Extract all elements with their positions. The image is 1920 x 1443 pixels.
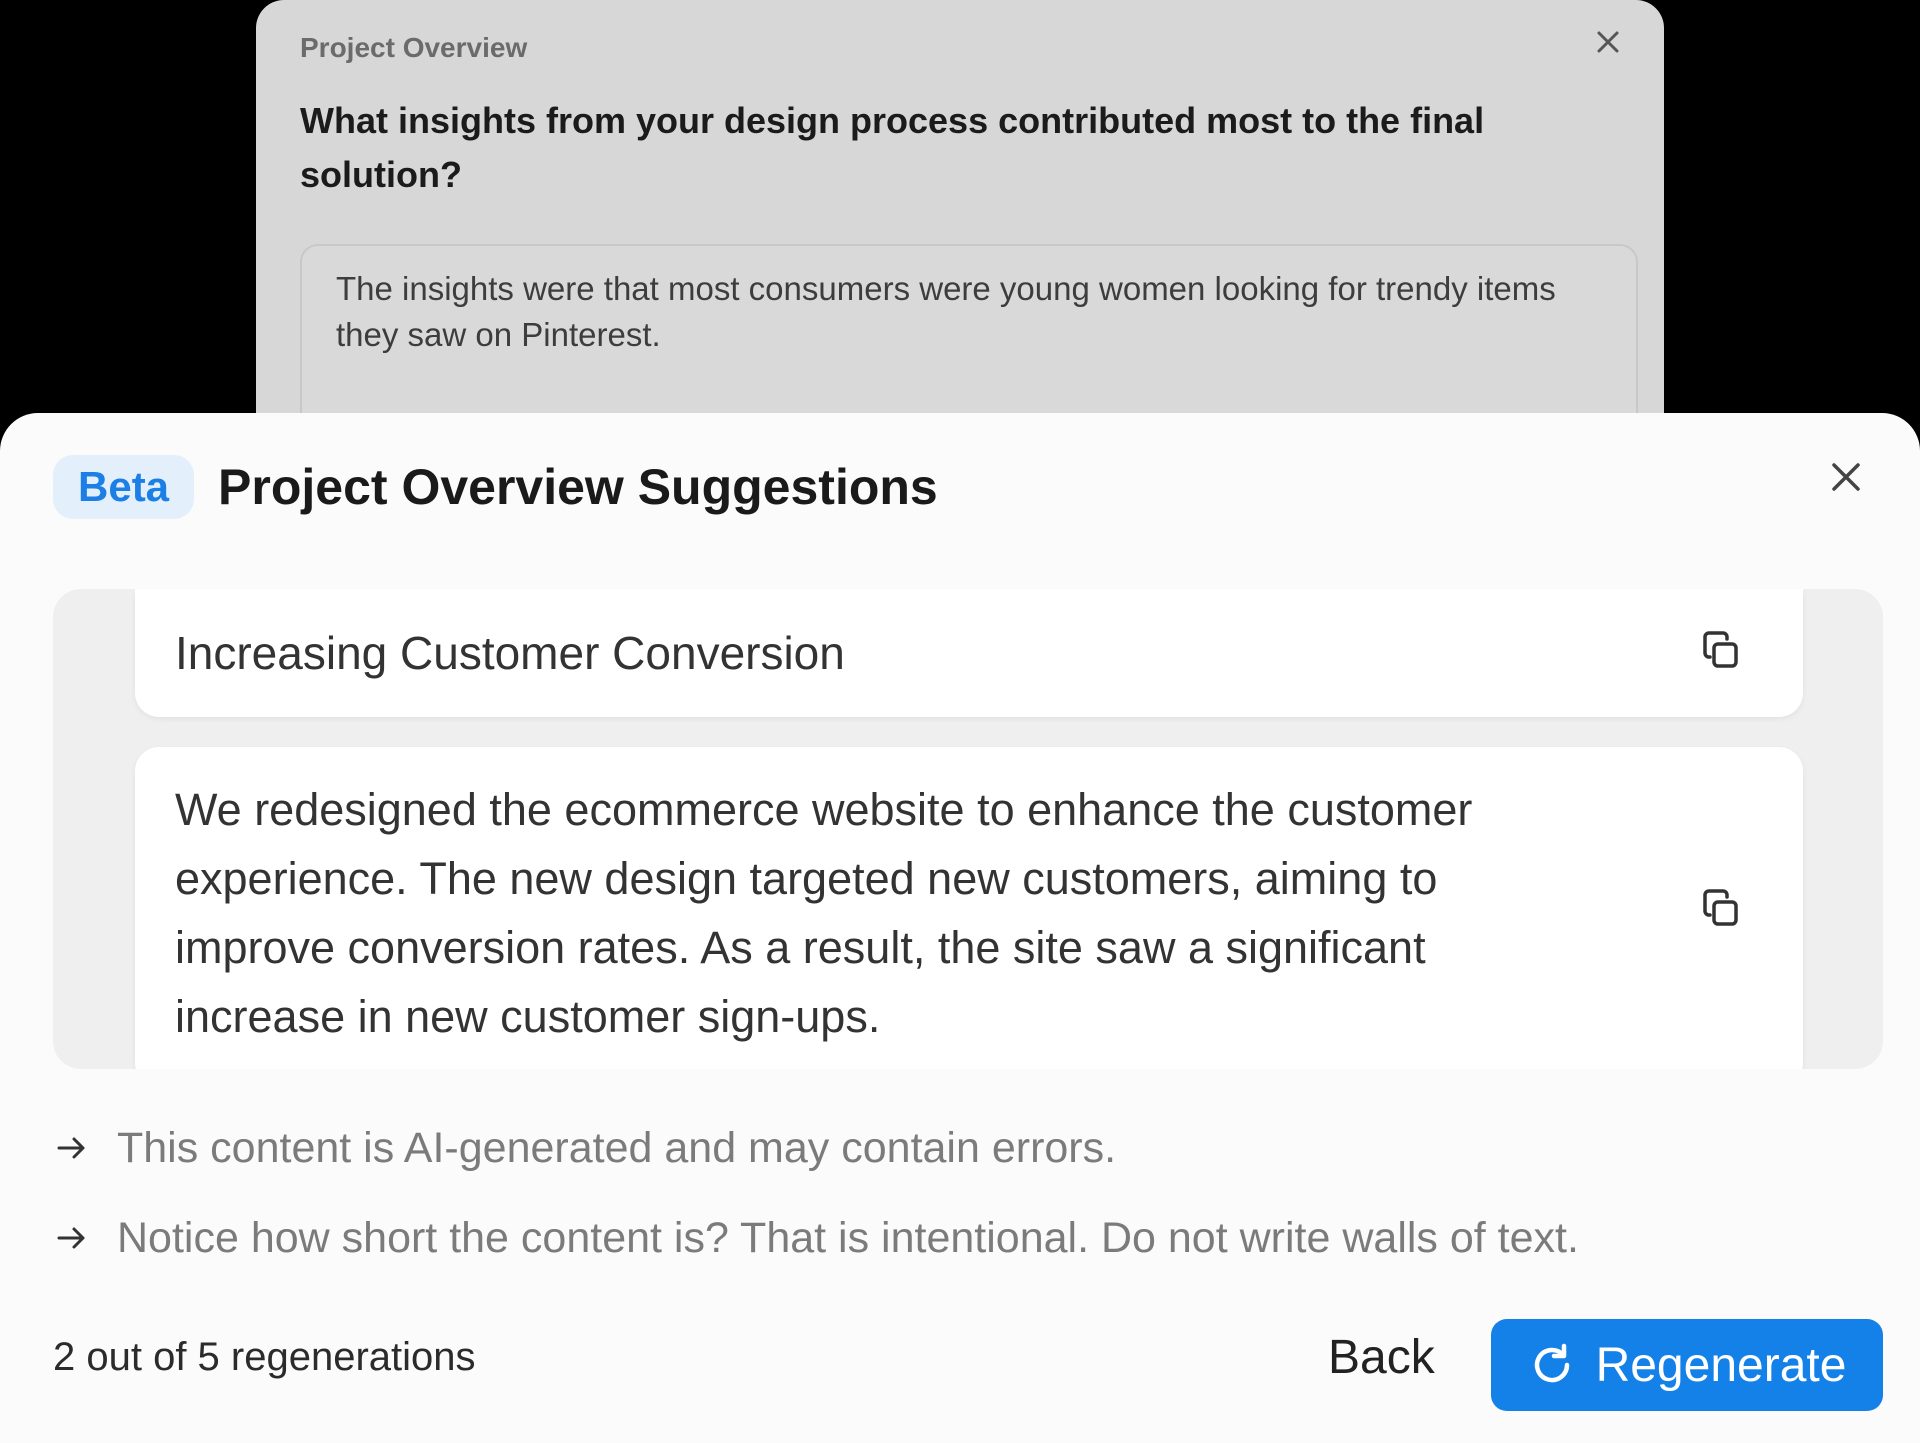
copy-icon[interactable] bbox=[1699, 887, 1745, 933]
close-icon[interactable] bbox=[1822, 453, 1870, 501]
note-text: This content is AI-generated and may con… bbox=[117, 1123, 1117, 1172]
question-text: What insights from your design process c… bbox=[300, 100, 1485, 195]
arrow-right-icon bbox=[57, 1137, 85, 1159]
back-button[interactable]: Back bbox=[1316, 1311, 1447, 1403]
refresh-icon bbox=[1534, 1343, 1569, 1383]
regenerate-button[interactable]: Regenerate bbox=[1491, 1319, 1883, 1411]
note-item: This content is AI-generated and may con… bbox=[55, 1103, 1579, 1193]
panel-title: Project Overview Suggestions bbox=[218, 459, 938, 515]
suggestions-list: Increasing Customer Conversion We redesi… bbox=[53, 589, 1883, 1069]
suggestion-card-title: Increasing Customer Conversion bbox=[135, 589, 1803, 717]
beta-badge: Beta bbox=[53, 455, 195, 519]
suggestion-card-body: We redesigned the ecommerce website to e… bbox=[135, 747, 1803, 1069]
background-dialog: Project Overview What insights from your… bbox=[256, 0, 1664, 460]
note-item: Notice how short the content is? That is… bbox=[55, 1193, 1579, 1283]
panel-header: Beta Project Overview Suggestions bbox=[53, 455, 938, 519]
regenerate-label: Regenerate bbox=[1595, 1338, 1847, 1392]
page: Project Overview What insights from your… bbox=[0, 0, 1920, 1443]
suggestion-body-text: We redesigned the ecommerce website to e… bbox=[175, 784, 1473, 1042]
copy-icon[interactable] bbox=[1699, 629, 1745, 675]
note-text: Notice how short the content is? That is… bbox=[117, 1213, 1579, 1262]
background-dialog-title: Project Overview bbox=[300, 32, 528, 63]
suggestions-panel: Beta Project Overview Suggestions Increa… bbox=[0, 413, 1920, 1443]
regeneration-count: 2 out of 5 regenerations bbox=[53, 1335, 476, 1379]
suggestion-title-text: Increasing Customer Conversion bbox=[175, 627, 845, 679]
notes-list: This content is AI-generated and may con… bbox=[55, 1103, 1579, 1283]
close-icon[interactable] bbox=[1592, 26, 1624, 58]
arrow-right-icon bbox=[57, 1227, 85, 1249]
